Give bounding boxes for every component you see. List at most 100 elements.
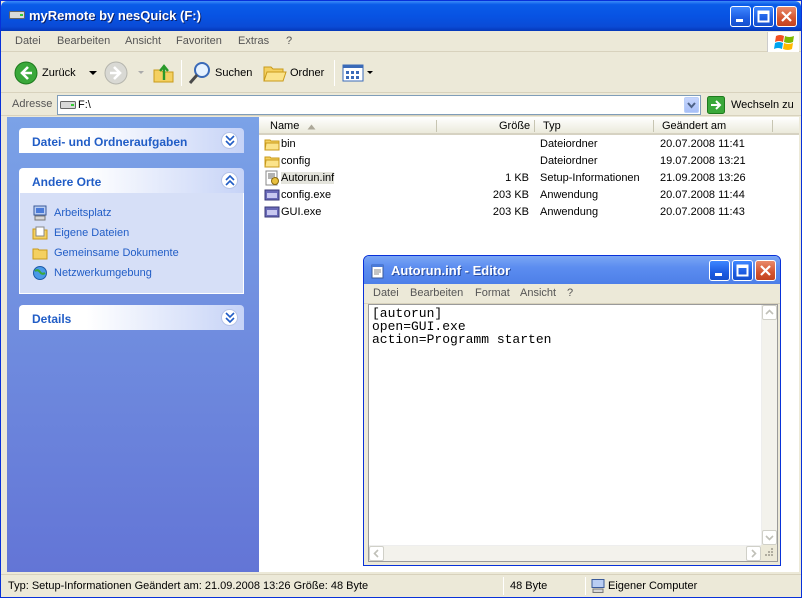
other-places-header[interactable]: Andere Orte [19,168,244,193]
notepad-menu-datei[interactable]: Datei [373,287,399,299]
column-header-size[interactable]: Größe [499,120,530,132]
file-modified: 20.07.2008 11:44 [660,189,745,201]
scroll-down-button[interactable] [762,530,777,545]
double-chevron-up-icon [225,175,235,186]
details-title: Details [32,312,72,326]
column-separator[interactable] [436,120,437,132]
link-arbeitsplatz[interactable]: Arbeitsplatz [32,203,243,223]
maximize-icon [736,264,749,277]
explorer-titlebar[interactable]: myRemote by nesQuick (F:) [1,1,801,31]
file-type: Dateiordner [540,138,598,150]
folders-label: Ordner [290,67,325,79]
forward-arrow-icon [104,61,128,85]
file-row[interactable]: config.exe 203 KB Anwendung 20.07.2008 1… [259,187,799,204]
file-row[interactable]: bin Dateiordner 20.07.2008 11:41 [259,136,799,153]
folders-icon [263,66,287,82]
chevron-down-icon[interactable] [88,70,98,76]
up-folder-button[interactable] [153,59,175,87]
status-size: 48 Byte [510,580,548,592]
resize-grip[interactable] [761,545,777,561]
go-button[interactable]: Wechseln zu [707,96,794,114]
link-netzwerkumgebung[interactable]: Netzwerkumgebung [32,263,243,283]
notepad-menu-ansicht[interactable]: Ansicht [520,287,556,299]
link-eigene-dateien[interactable]: Eigene Dateien [32,223,243,243]
file-modified: 19.07.2008 13:21 [660,155,746,167]
vertical-scrollbar[interactable] [761,305,777,545]
close-icon [760,265,771,276]
close-button[interactable] [776,6,797,27]
file-row[interactable]: config Dateiordner 19.07.2008 13:21 [259,153,799,170]
scroll-up-button[interactable] [762,305,777,320]
menu-help[interactable]: ? [286,35,292,47]
back-arrow-icon [14,61,38,85]
toolbar-separator [334,60,335,86]
column-header-modified[interactable]: Geändert am [662,120,726,132]
notepad-titlebar[interactable]: Autorun.inf - Editor [364,256,780,284]
other-places-panel: Andere Orte Arbeitsplatz Eigene Dateien … [19,168,244,294]
link-gemeinsame-dokumente[interactable]: Gemeinsame Dokumente [32,243,243,263]
status-info: Typ: Setup-Informationen Geändert am: 21… [8,580,369,592]
windows-flag-icon [774,35,794,50]
file-tasks-header[interactable]: Datei- und Ordneraufgaben [19,128,244,153]
address-dropdown-button[interactable] [684,97,699,113]
search-button[interactable]: Suchen [188,59,252,87]
link-label: Arbeitsplatz [54,207,112,219]
chevron-down-icon[interactable] [137,70,145,76]
file-type: Setup-Informationen [540,172,640,184]
notepad-content[interactable]: [autorun] open=GUI.exe action=Programm s… [372,307,551,346]
chevron-down-icon[interactable] [366,70,374,76]
maximize-button[interactable] [753,6,774,27]
address-label: Adresse [12,98,53,110]
horizontal-scrollbar[interactable] [369,545,761,561]
notepad-close-button[interactable] [755,260,776,281]
collapse-button[interactable] [221,172,238,189]
menu-datei[interactable]: Datei [15,35,41,47]
menu-bearbeiten[interactable]: Bearbeiten [57,35,110,47]
status-bar: Typ: Setup-Informationen Geändert am: 21… [1,574,801,597]
notepad-text-area[interactable]: [autorun] open=GUI.exe action=Programm s… [368,304,778,562]
search-label: Suchen [215,67,253,79]
forward-button[interactable] [104,59,145,87]
double-chevron-down-icon [225,312,235,323]
folders-button[interactable]: Ordner [263,59,324,87]
menu-ansicht[interactable]: Ansicht [125,35,161,47]
column-separator[interactable] [772,120,773,132]
address-input[interactable]: F:\ [57,95,701,115]
file-row[interactable]: GUI.exe 203 KB Anwendung 20.07.2008 11:4… [259,204,799,221]
link-label: Gemeinsame Dokumente [54,247,179,259]
minimize-button[interactable] [730,6,751,27]
back-button[interactable]: Zurück [14,59,98,87]
other-places-body: Arbeitsplatz Eigene Dateien Gemeinsame D… [19,193,244,294]
notepad-menu-help[interactable]: ? [567,287,573,299]
notepad-menu-format[interactable]: Format [475,287,510,299]
notepad-menu-bearbeiten[interactable]: Bearbeiten [410,287,463,299]
chevron-left-icon [373,549,379,558]
file-type: Dateiordner [540,155,598,167]
menu-extras[interactable]: Extras [238,35,269,47]
minimize-icon [715,273,722,276]
column-header-type[interactable]: Typ [543,120,561,132]
notepad-maximize-button[interactable] [732,260,753,281]
column-separator[interactable] [534,120,535,132]
details-header[interactable]: Details [19,305,244,330]
link-label: Eigene Dateien [54,227,130,239]
go-label: Wechseln zu [731,99,794,111]
views-button[interactable] [342,59,374,87]
folder-icon [264,156,280,168]
column-separator[interactable] [653,120,654,132]
window-title: myRemote by nesQuick (F:) [29,8,201,23]
file-row[interactable]: Autorun.inf 1 KB Setup-Informationen 21.… [259,170,799,187]
scroll-right-button[interactable] [746,546,761,561]
my-computer-icon [591,579,605,593]
scroll-left-button[interactable] [369,546,384,561]
expand-button[interactable] [221,309,238,326]
notepad-minimize-button[interactable] [709,260,730,281]
drive-icon [60,101,76,109]
file-modified: 21.09.2008 13:26 [660,172,746,184]
file-name: bin [281,138,296,150]
menu-favoriten[interactable]: Favoriten [176,35,222,47]
expand-button[interactable] [221,132,238,149]
menu-bar: Datei Bearbeiten Ansicht Favoriten Extra… [1,31,801,52]
file-name: config.exe [281,189,332,201]
column-header-name[interactable]: Name [270,120,299,132]
